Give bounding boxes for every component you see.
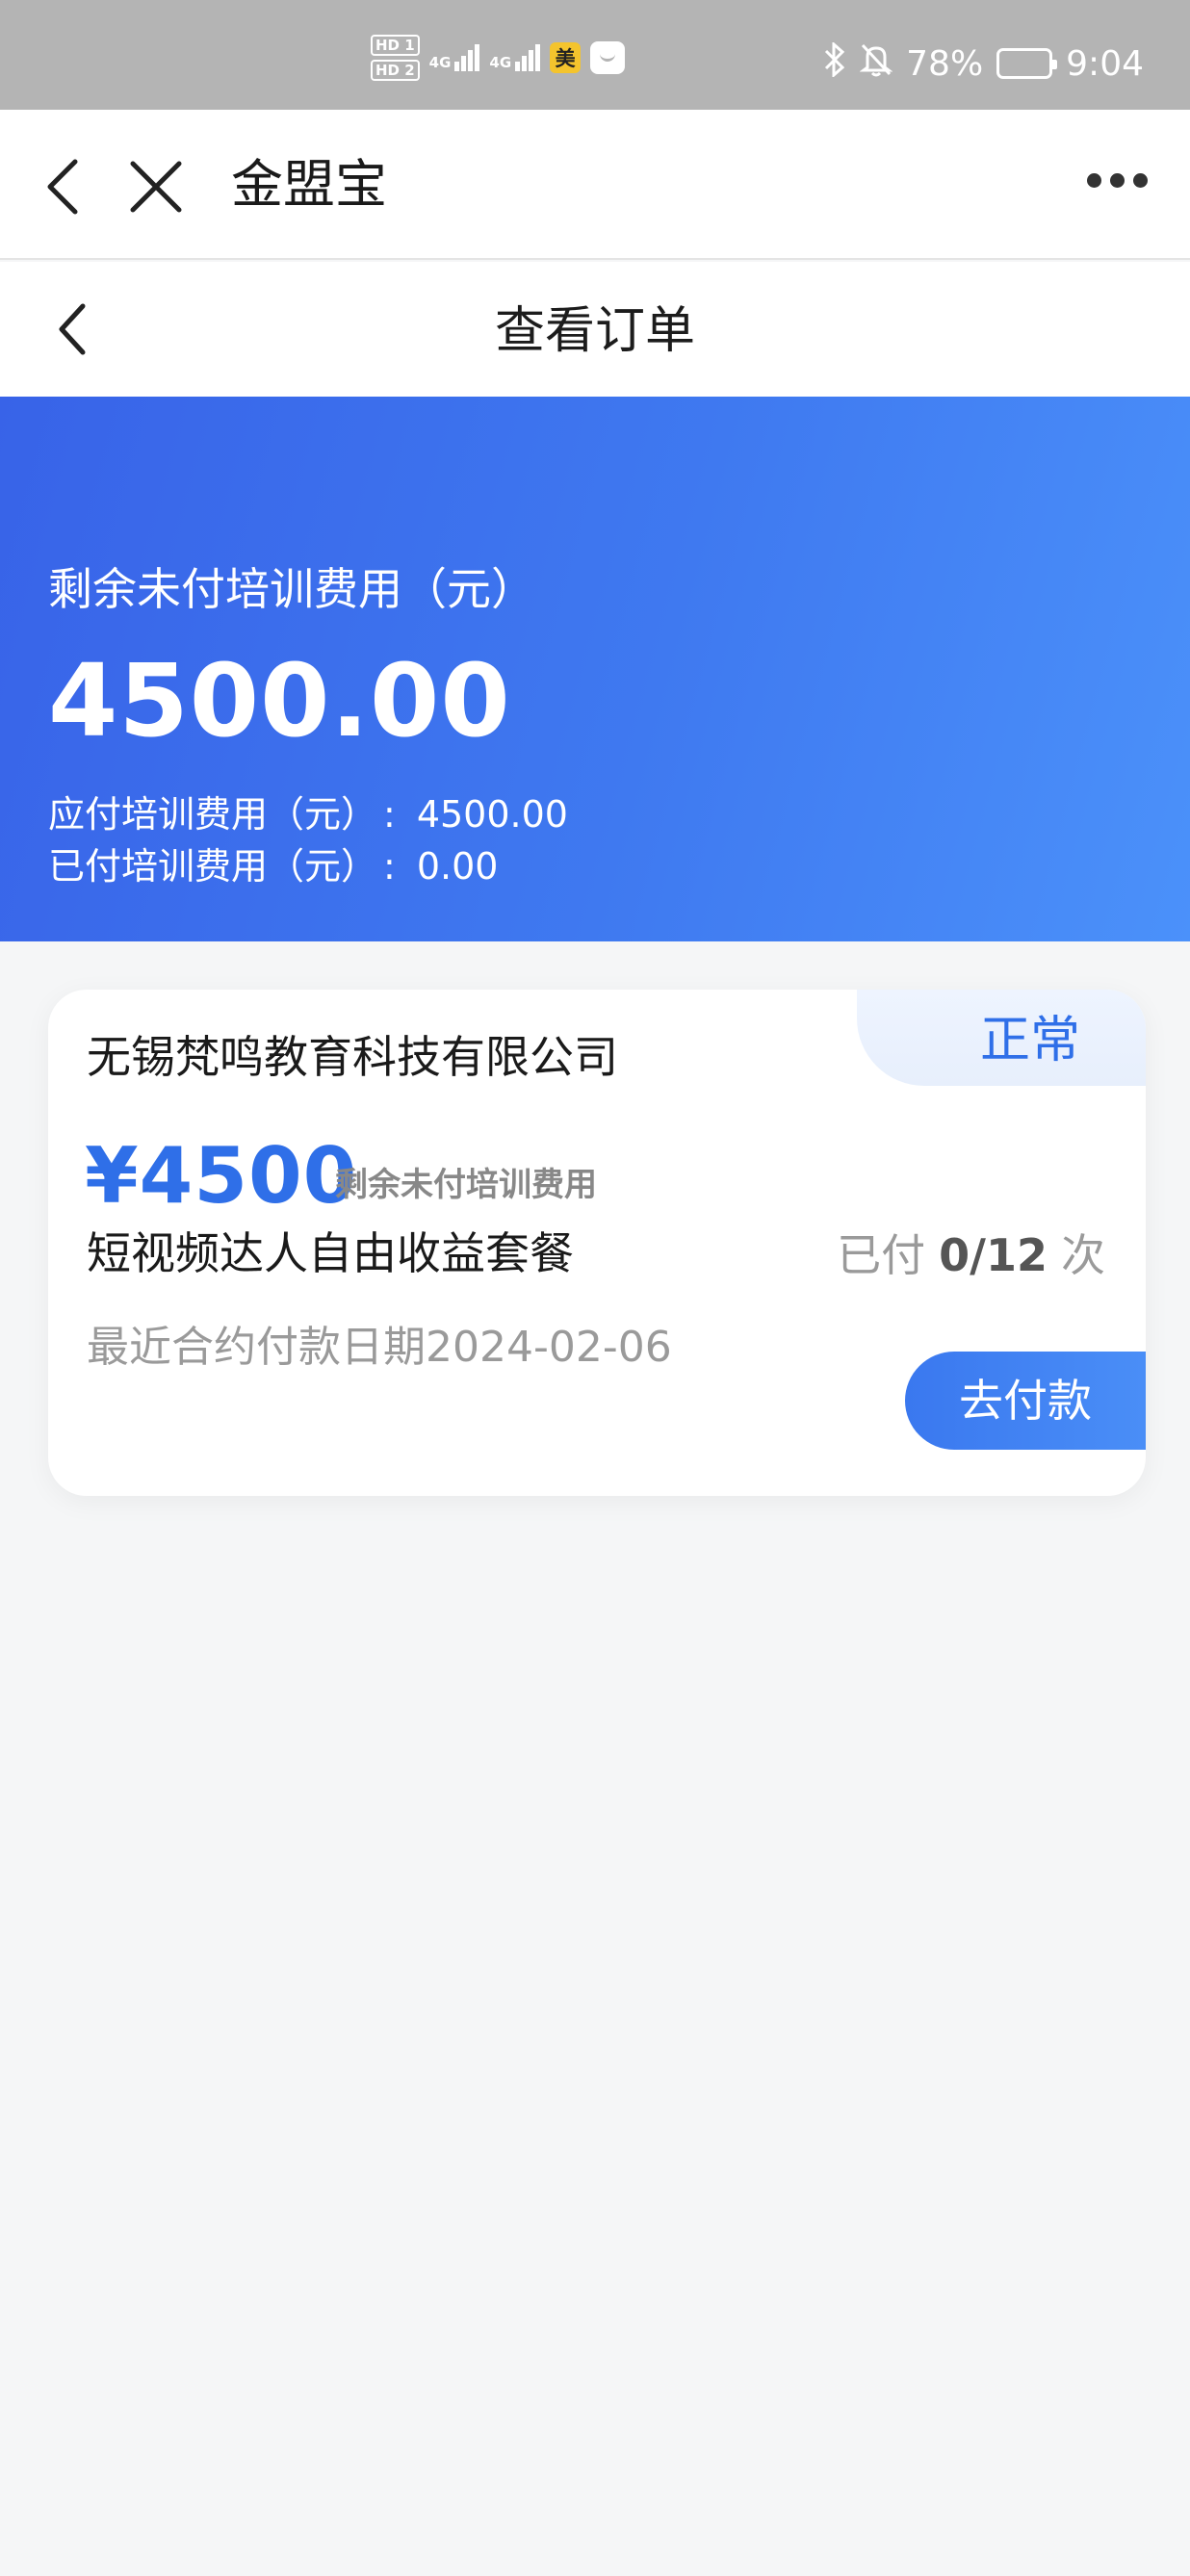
signal-icon-1: 4G (429, 44, 480, 71)
paid-colon: : (383, 845, 396, 888)
paid-row: 已付培训费用（元）:0.00 (48, 841, 498, 891)
unpaid-summary-banner: 剩余未付培训费用（元） 4500.00 应付培训费用（元）:4500.00 已付… (0, 397, 1190, 941)
meituan-notification-icon: 美 (550, 42, 582, 73)
installment-prefix: 已付 (837, 1229, 926, 1281)
payable-colon: : (383, 793, 396, 836)
payable-label: 应付培训费用（元） (48, 793, 378, 836)
order-price: ¥4500 (85, 1131, 358, 1221)
close-icon[interactable] (127, 158, 185, 216)
order-card[interactable]: 正常 无锡梵鸣教育科技有限公司 ¥4500 剩余未付培训费用 短视频达人自由收益… (48, 990, 1146, 1496)
hd2-badge: HD 2 (371, 60, 420, 81)
status-badge: 正常 (979, 1012, 1080, 1069)
page-header: 查看订单 (0, 262, 1190, 397)
package-name: 短视频达人自由收益套餐 (87, 1227, 574, 1279)
app-title: 金盟宝 (231, 154, 387, 215)
mute-icon (859, 42, 893, 85)
paid-label: 已付培训费用（元） (48, 845, 378, 888)
network-type-2: 4G (489, 54, 512, 71)
payable-value: 4500.00 (416, 793, 568, 836)
page-back-icon[interactable] (50, 298, 104, 360)
remaining-amount: 4500.00 (48, 642, 511, 760)
company-name: 无锡梵鸣教育科技有限公司 (87, 1031, 618, 1083)
clock: 9:04 (1066, 43, 1144, 84)
hd-indicators: HD 1 HD 2 (371, 35, 420, 81)
installment-progress: 已付 0/12 次 (837, 1224, 1105, 1286)
pay-button[interactable]: 去付款 (905, 1352, 1146, 1450)
shopping-bag-notification-icon (590, 41, 626, 74)
more-icon[interactable] (1087, 173, 1148, 188)
status-bar: HD 1 HD 2 4G 4G 美 78% 9:04 (0, 0, 1190, 110)
signal-icon-2: 4G (489, 44, 541, 71)
back-icon[interactable] (37, 156, 98, 218)
app-bar: 金盟宝 (0, 110, 1190, 260)
paid-value: 0.00 (416, 845, 499, 888)
battery-icon (996, 48, 1058, 79)
page-title: 查看订单 (494, 302, 695, 360)
network-type-1: 4G (428, 54, 452, 71)
last-payment-date: 最近合约付款日期2024-02-06 (87, 1323, 672, 1372)
order-price-label: 剩余未付培训费用 (335, 1166, 597, 1204)
remaining-label: 剩余未付培训费用（元） (48, 563, 535, 615)
hd1-badge: HD 1 (371, 35, 420, 56)
bluetooth-icon (823, 40, 846, 85)
status-bar-left: HD 1 HD 2 4G 4G 美 (371, 35, 626, 81)
battery-percent: 78% (906, 43, 984, 84)
payable-row: 应付培训费用（元）:4500.00 (48, 789, 568, 839)
status-bar-right: 78% 9:04 (823, 40, 1144, 85)
installment-suffix: 次 (1061, 1229, 1105, 1281)
installment-count: 0/12 (939, 1229, 1048, 1281)
